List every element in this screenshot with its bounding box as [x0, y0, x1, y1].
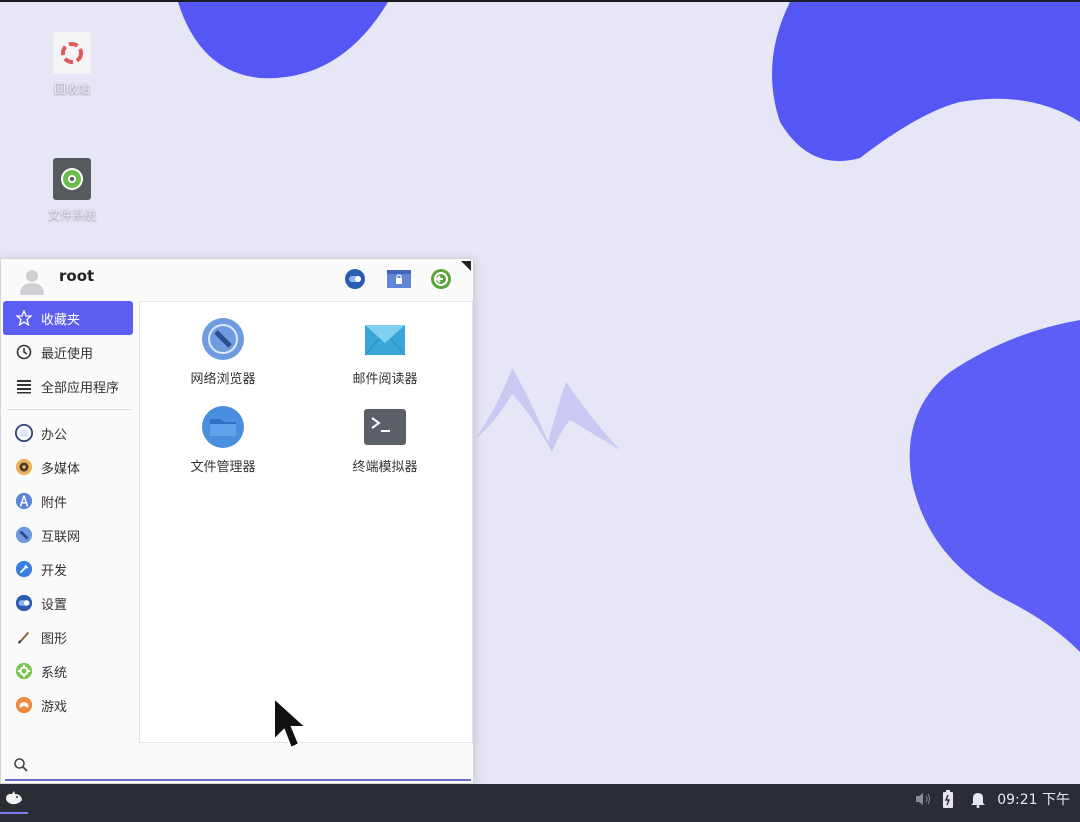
category-label: 互联网 — [41, 529, 81, 545]
battery-icon — [943, 790, 953, 808]
app-mail-reader[interactable]: 邮件阅读器 — [310, 316, 460, 387]
whisker-menu-icon — [6, 791, 22, 805]
lock-screen-icon — [387, 270, 411, 288]
desktop-icon-label: 回收站 — [53, 82, 90, 96]
category-label: 附件 — [41, 495, 68, 511]
category-internet[interactable]: 互联网 — [3, 518, 133, 552]
wallpaper-blob-right-top — [772, 2, 1080, 162]
drive-icon — [53, 158, 91, 200]
username: root — [59, 267, 95, 285]
development-icon — [15, 560, 33, 578]
category-office[interactable]: 办公 — [3, 416, 133, 450]
menu-header: root — [1, 259, 473, 301]
category-label: 系统 — [41, 665, 68, 681]
search-input[interactable] — [35, 755, 455, 777]
app-label: 终端模拟器 — [352, 460, 418, 475]
star-icon — [15, 309, 33, 327]
mouse-cursor-icon — [273, 696, 309, 750]
internet-icon — [15, 526, 33, 544]
office-icon — [15, 424, 33, 442]
category-recent[interactable]: 最近使用 — [3, 335, 133, 369]
app-label: 邮件阅读器 — [352, 372, 418, 387]
games-icon — [15, 696, 33, 714]
category-label: 最近使用 — [41, 346, 94, 362]
category-games[interactable]: 游戏 — [3, 688, 133, 722]
settings-button[interactable] — [343, 267, 367, 291]
web-browser-icon — [200, 316, 246, 362]
notification-bell-icon — [971, 793, 985, 808]
favorites-grid: 网络浏览器 邮件阅读器 文件管理器 终端模拟器 — [139, 301, 473, 743]
clock-icon — [15, 343, 33, 361]
app-label: 网络浏览器 — [190, 372, 256, 387]
logout-icon — [431, 269, 451, 289]
category-label: 全部应用程序 — [41, 380, 120, 396]
trash-icon — [53, 32, 91, 74]
category-label: 多媒体 — [41, 461, 81, 477]
start-menu-button[interactable] — [0, 784, 28, 814]
category-system[interactable]: 系统 — [3, 654, 133, 688]
mail-reader-icon — [362, 316, 408, 362]
wallpaper-blob-right-bottom — [909, 320, 1080, 652]
category-label: 图形 — [41, 631, 68, 647]
file-manager-icon — [200, 404, 246, 450]
taskbar-panel: 09:21 下午 — [0, 784, 1080, 822]
category-label: 设置 — [41, 597, 68, 613]
desktop-icon-filesystem[interactable]: 文件系统 — [26, 158, 118, 223]
app-file-manager[interactable]: 文件管理器 — [148, 404, 298, 475]
category-label: 开发 — [41, 563, 68, 579]
category-label: 收藏夹 — [41, 312, 81, 328]
category-multimedia[interactable]: 多媒体 — [3, 450, 133, 484]
app-web-browser[interactable]: 网络浏览器 — [148, 316, 298, 387]
logout-button[interactable] — [429, 267, 453, 291]
battery-button[interactable] — [942, 788, 954, 810]
category-development[interactable]: 开发 — [3, 552, 133, 586]
graphics-icon — [15, 628, 33, 646]
multimedia-icon — [15, 458, 33, 476]
wallpaper-mountain-logo — [476, 368, 620, 452]
category-accessories[interactable]: 附件 — [3, 484, 133, 518]
list-icon — [15, 377, 33, 395]
application-menu: root 收藏夹 最近使用 全部应用程序 办公 多媒体 附件 互联网 开发 设置… — [0, 258, 474, 784]
lock-screen-button[interactable] — [385, 267, 413, 291]
desktop-icon-label: 文件系统 — [47, 208, 96, 222]
settings-icon — [15, 594, 33, 612]
accessories-icon — [15, 492, 33, 510]
desktop-icon-trash[interactable]: 回收站 — [26, 32, 118, 97]
notifications-button[interactable] — [970, 788, 986, 810]
category-label: 游戏 — [41, 699, 68, 715]
terminal-icon — [362, 404, 408, 450]
category-sidebar: 收藏夹 最近使用 全部应用程序 办公 多媒体 附件 互联网 开发 设置 图形 系… — [3, 301, 137, 741]
search-bar — [5, 753, 471, 781]
app-label: 文件管理器 — [190, 460, 256, 475]
volume-button[interactable] — [914, 788, 932, 810]
settings-icon — [345, 269, 365, 289]
panel-clock[interactable]: 09:21 下午 — [997, 789, 1070, 809]
separator — [7, 409, 131, 410]
volume-icon — [916, 793, 930, 805]
wallpaper-blob-top — [178, 2, 388, 79]
category-settings[interactable]: 设置 — [3, 586, 133, 620]
category-label: 办公 — [41, 427, 68, 443]
category-favorites[interactable]: 收藏夹 — [3, 301, 133, 335]
category-graphics[interactable]: 图形 — [3, 620, 133, 654]
app-terminal[interactable]: 终端模拟器 — [310, 404, 460, 475]
avatar-icon[interactable] — [17, 265, 47, 295]
system-icon — [15, 662, 33, 680]
search-icon — [13, 757, 29, 777]
category-all-apps[interactable]: 全部应用程序 — [3, 369, 133, 403]
